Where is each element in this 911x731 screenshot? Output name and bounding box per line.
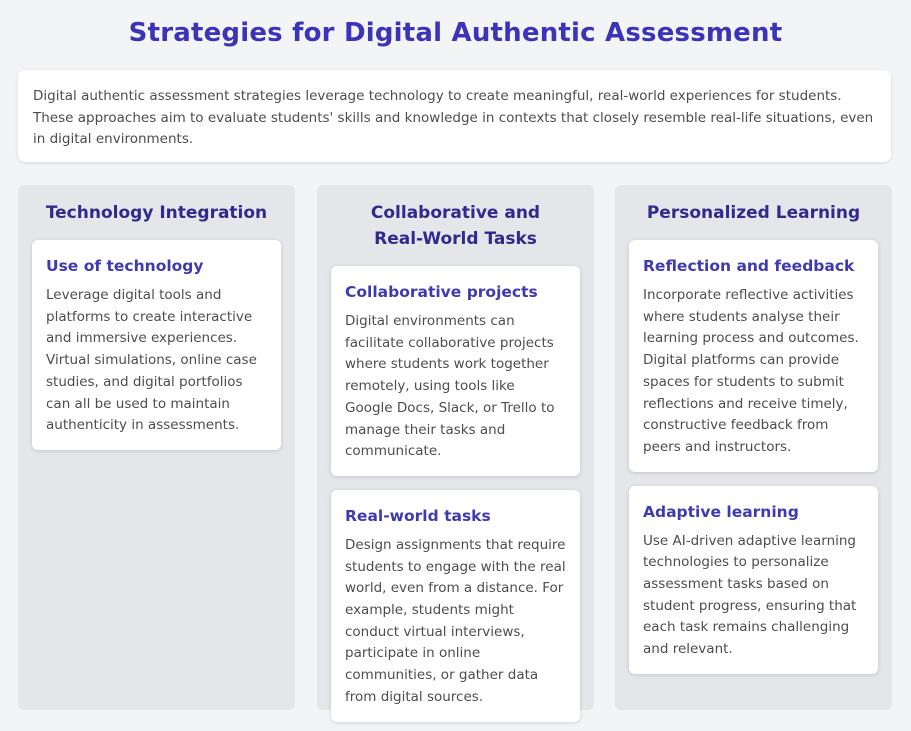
column-title: Technology Integration — [45, 203, 268, 223]
card-body: Design assignments that require students… — [345, 536, 566, 705]
column-technology-integration: Technology Integration Use of technology… — [18, 185, 295, 710]
column-title: Collaborative and Real-World Tasks — [370, 203, 541, 249]
page-title: Strategies for Digital Authentic Assessm… — [128, 18, 783, 48]
card-title: Use of technology — [46, 257, 204, 275]
card-title: Collaborative projects — [345, 283, 538, 301]
column-title: Personalized Learning — [646, 203, 861, 223]
card-body: Digital environments can facilitate coll… — [345, 313, 555, 460]
card-collaborative-projects: Collaborative projects Digital environme… — [331, 266, 580, 476]
card-adaptive-learning: Adaptive learning Use AI-driven adaptive… — [629, 485, 878, 674]
card-body: Incorporate reflective activities where … — [643, 287, 859, 455]
card-body: Use AI-driven adaptive learning technolo… — [643, 532, 857, 658]
card-body: Leverage digital tools and platforms to … — [46, 287, 257, 434]
card-reflection-and-feedback: Reflection and feedback Incorporate refl… — [629, 240, 878, 472]
intro-text: Digital authentic assessment strategies … — [33, 88, 874, 147]
card-title: Adaptive learning — [643, 502, 799, 521]
card-use-of-technology: Use of technology Leverage digital tools… — [32, 240, 281, 450]
card-title: Real-world tasks — [345, 506, 491, 525]
column-personalized-learning: Personalized Learning Reflection and fee… — [615, 185, 892, 710]
card-real-world-tasks: Real-world tasks Design assignments that… — [331, 489, 580, 722]
card-title: Reflection and feedback — [643, 257, 855, 275]
intro-card: Digital authentic assessment strategies … — [18, 70, 891, 162]
column-collaborative-real-world: Collaborative and Real-World Tasks Colla… — [317, 185, 594, 722]
